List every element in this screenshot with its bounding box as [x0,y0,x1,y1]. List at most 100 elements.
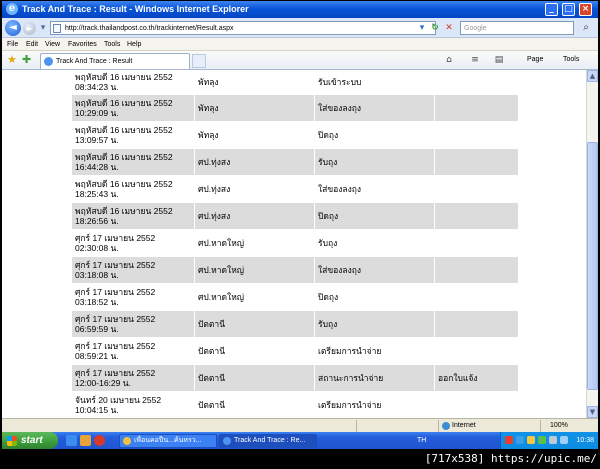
task-icon [223,437,231,445]
table-row: พฤหัสบดี 16 เมษายน 2552 10:29:09 น. พัทลุง… [71,94,519,122]
volume-icon[interactable] [560,436,568,444]
task-icon [123,437,131,445]
scroll-down-icon[interactable]: ▼ [587,406,598,418]
location-cell: ปัตตานี [194,391,315,418]
scroll-up-icon[interactable]: ▲ [587,70,598,82]
time-text: 03:18:52 น. [75,297,119,307]
favorites-star-icon[interactable]: ★ [7,54,17,66]
datetime-cell: ศุกร์ 17 เมษายน 2552 02:30:08 น. [71,229,195,257]
ie-quicklaunch-icon[interactable] [66,435,77,446]
location-cell: ศป.หาดใหญ่ [194,256,315,284]
screen: e Track And Trace : Result - Windows Int… [0,0,600,469]
time-text: 16:44:28 น. [75,162,119,172]
search-icon[interactable]: ⌕ [578,21,594,35]
forward-button[interactable]: ► [23,22,36,35]
location-cell: ปัตตานี [194,337,315,365]
stop-icon[interactable]: ✕ [444,23,454,33]
page-menu[interactable]: Page [527,54,543,66]
recent-pages-icon[interactable]: ▾ [38,23,48,33]
table-row: พฤหัสบดี 16 เมษายน 2552 13:09:57 น. พัทลุง… [71,121,519,149]
datetime-cell: ศุกร์ 17 เมษายน 2552 12:00-16:29 น. [71,364,195,392]
date-text: ศุกร์ 17 เมษายน 2552 [75,287,156,297]
menu-help[interactable]: Help [127,39,141,50]
tray-icon[interactable] [538,436,546,444]
location-cell: ศป.หาดใหญ่ [194,283,315,311]
menu-favorites[interactable]: Favorites [68,39,97,50]
note-cell [434,391,519,418]
internet-zone-icon [442,422,450,430]
date-text: พฤหัสบดี 16 เมษายน 2552 [75,125,173,135]
datetime-cell: พฤหัสบดี 16 เมษายน 2552 13:09:57 น. [71,121,195,149]
status-cell: ปิดถุง [314,283,435,311]
vertical-scrollbar[interactable]: ▲ ▼ [586,70,598,418]
address-field[interactable]: http://track.thailandpost.co.th/trackint… [50,21,436,35]
menu-edit[interactable]: Edit [26,39,38,50]
time-text: 12:00-16:29 น. [75,378,131,388]
minimize-button[interactable]: _ [545,3,558,16]
taskbar-item-2[interactable]: Track And Trace : Re... [219,434,317,448]
new-tab-button[interactable] [192,54,206,68]
print-icon[interactable]: ▤ [494,55,504,65]
clock: 10:38 [576,437,594,444]
media-quicklaunch-icon[interactable] [94,435,105,446]
date-text: ศุกร์ 17 เมษายน 2552 [75,260,156,270]
scroll-thumb[interactable] [587,142,598,390]
datetime-cell: ศุกร์ 17 เมษายน 2552 06:59:59 น. [71,310,195,338]
tab-track-and-trace[interactable]: Track And Trace : Result [40,53,190,69]
date-text: พฤหัสบดี 16 เมษายน 2552 [75,206,173,216]
table-row: พฤหัสบดี 16 เมษายน 2552 16:44:28 น. ศป.ทุ่… [71,148,519,176]
title-bar[interactable]: e Track And Trace : Result - Windows Int… [2,1,598,18]
menu-bar: File Edit View Favorites Tools Help [2,38,598,51]
tray-icon[interactable] [516,436,524,444]
date-text: พฤหัสบดี 16 เมษายน 2552 [75,179,173,189]
window-title: Track And Trace : Result - Windows Inter… [22,4,249,14]
refresh-icon[interactable]: ↻ [430,23,440,33]
compatibility-icon[interactable]: ▾ [417,23,427,33]
date-text: ศุกร์ 17 เมษายน 2552 [75,341,156,351]
tools-menu[interactable]: Tools [563,54,579,66]
time-text: 03:18:08 น. [75,270,119,280]
start-button[interactable]: start [2,432,58,449]
note-cell [434,283,519,311]
table-row: พฤหัสบดี 16 เมษายน 2552 08:34:23 น. พัทลุง… [71,70,519,95]
time-text: 02:30:08 น. [75,243,119,253]
language-indicator[interactable]: TH [417,434,426,447]
location-cell: ศป.หาดใหญ่ [194,229,315,257]
menu-view[interactable]: View [45,39,60,50]
menu-file[interactable]: File [7,39,18,50]
status-cell: รับถุง [314,148,435,176]
datetime-cell: พฤหัสบดี 16 เมษายน 2552 08:34:23 น. [71,70,195,95]
taskbar: start เพื่อนคอปืน...ค้นหรว... Track And … [2,432,598,449]
note-cell [434,70,519,95]
windows-flag-icon [7,436,17,446]
watermark: [717x538] https://upic.me/ [422,449,600,469]
tray-icon[interactable] [505,436,513,444]
feeds-icon[interactable]: ≡ [470,55,480,65]
folder-quicklaunch-icon[interactable] [80,435,91,446]
menu-tools[interactable]: Tools [104,39,120,50]
datetime-cell: พฤหัสบดี 16 เมษายน 2552 18:25:43 น. [71,175,195,203]
note-cell [434,256,519,284]
add-favorite-icon[interactable]: ✚ [22,54,31,66]
taskbar-item-1[interactable]: เพื่อนคอปืน...ค้นหรว... [119,434,217,448]
note-cell [434,148,519,176]
time-text: 10:04:15 น. [75,405,119,415]
location-cell: ปัตตานี [194,310,315,338]
date-text: ศุกร์ 17 เมษายน 2552 [75,233,156,243]
back-button[interactable]: ◄ [5,20,21,36]
tray-icon[interactable] [527,436,535,444]
zoom-level[interactable]: 100% [550,420,568,432]
task-label: Track And Trace : Re... [234,437,306,444]
location-cell: พัทลุง [194,121,315,149]
tray-icon[interactable] [549,436,557,444]
maximize-button[interactable]: □ [562,3,575,16]
home-icon[interactable]: ⌂ [444,55,454,65]
status-cell: ปิดถุง [314,202,435,230]
search-input[interactable]: Google [460,21,574,35]
status-cell: รับถุง [314,229,435,257]
status-cell: เตรียมการนำจ่าย [314,337,435,365]
page-content: พฤหัสบดี 16 เมษายน 2552 08:34:23 น. พัทลุง… [2,70,586,418]
status-cell: ใส่ของลงถุง [314,94,435,122]
close-button[interactable]: × [579,3,592,16]
status-cell: ปิดถุง [314,121,435,149]
